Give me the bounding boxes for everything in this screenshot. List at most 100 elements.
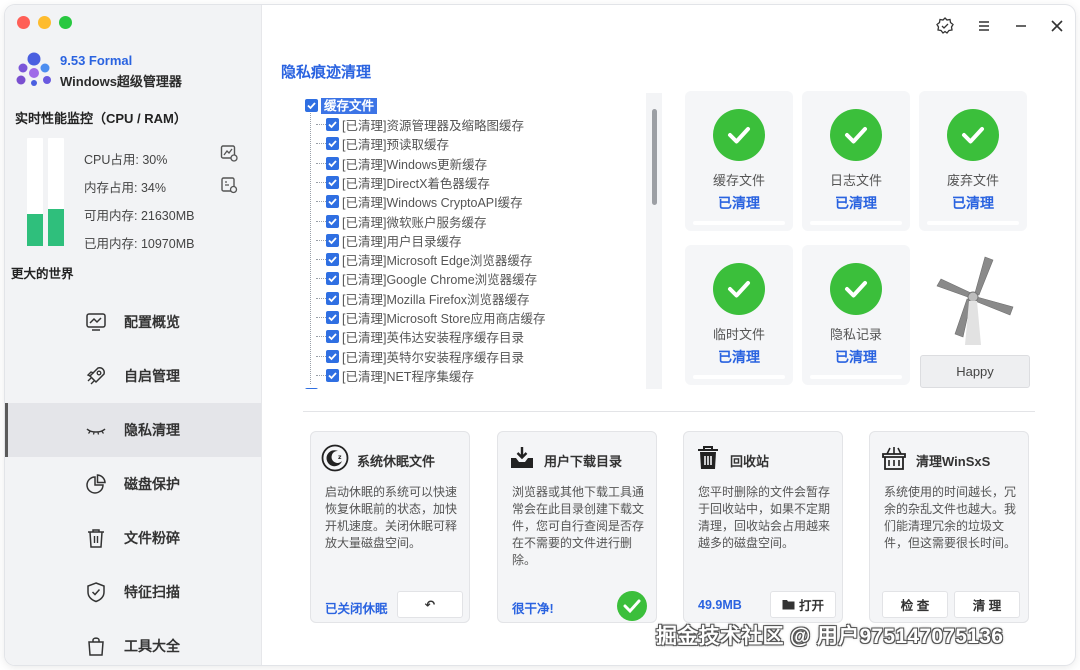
tagline: 更大的世界 bbox=[11, 267, 74, 281]
tree-item-label: [已清理]DirectX着色器缓存 bbox=[342, 176, 490, 191]
status-card-status: 已清理 bbox=[835, 349, 877, 365]
tool-desc: 系统使用的时间越长，冗余的杂乱文件也越大。我们能清理冗余的垃圾文件，但这需要很长… bbox=[884, 485, 1017, 550]
tree-item[interactable]: [已清理]预读取缓存 bbox=[316, 134, 449, 153]
cpu-usage-label: CPU占用: 30% bbox=[84, 153, 168, 167]
status-card: 隐私记录 已清理 bbox=[802, 245, 910, 385]
tree-item[interactable]: [已清理]资源管理器及缩略图缓存 bbox=[316, 115, 524, 134]
sidebar-item-disk[interactable]: 磁盘保护 bbox=[5, 457, 261, 511]
status-card-name: 临时文件 bbox=[712, 327, 765, 342]
app-name: Windows超级管理器 bbox=[60, 74, 182, 89]
sidebar-item-overview[interactable]: 配置概览 bbox=[5, 295, 261, 349]
tool-title: 系统休眠文件 bbox=[357, 454, 436, 469]
folder-icon bbox=[782, 600, 795, 610]
open-button[interactable]: 打开 bbox=[770, 591, 836, 618]
check-circle-icon bbox=[947, 109, 999, 161]
minimize-icon[interactable] bbox=[1010, 15, 1032, 37]
tree-scrollbar-thumb[interactable] bbox=[652, 109, 657, 205]
hibernate-status: 已关闭休眠 bbox=[325, 602, 388, 616]
clean-button[interactable]: 清 理 bbox=[954, 591, 1020, 618]
tree-item[interactable]: [已清理]Windows更新缓存 bbox=[316, 154, 487, 173]
tool-title: 用户下载目录 bbox=[544, 454, 623, 469]
checkbox[interactable] bbox=[326, 272, 339, 286]
used-mem-label: 已用内存: 10970MB bbox=[84, 237, 195, 251]
avail-mem-label: 可用内存: 21630MB bbox=[84, 209, 195, 223]
checkbox[interactable] bbox=[326, 311, 339, 324]
checkbox[interactable] bbox=[305, 388, 318, 389]
sidebar-item-label: 工具大全 bbox=[124, 638, 180, 654]
check-button[interactable]: 检 查 bbox=[882, 591, 948, 618]
winsxs-icon bbox=[882, 447, 906, 470]
checkbox[interactable] bbox=[326, 156, 339, 170]
checkbox[interactable] bbox=[326, 233, 339, 247]
sidebar: 9.53 Formal Windows超级管理器 实时性能监控（CPU / RA… bbox=[5, 5, 262, 665]
menu-icon[interactable] bbox=[973, 15, 995, 37]
tree-item[interactable]: [已清理]NET程序集缓存 bbox=[316, 366, 474, 385]
tree-item[interactable]: [已清理]微软账户服务缓存 bbox=[316, 212, 486, 231]
mem-settings-icon[interactable] bbox=[219, 175, 239, 195]
checkbox[interactable] bbox=[326, 368, 339, 382]
checkbox[interactable] bbox=[305, 99, 318, 112]
open-button-label: 打开 bbox=[798, 599, 824, 613]
section-title: 隐私痕迹清理 bbox=[281, 64, 372, 81]
tree-root-cache[interactable]: 缓存文件 bbox=[305, 96, 378, 115]
close-icon[interactable] bbox=[1046, 15, 1068, 37]
status-card-status: 已清理 bbox=[718, 349, 760, 365]
tree-item[interactable]: [已清理]Microsoft Edge浏览器缓存 bbox=[316, 250, 532, 269]
checkbox[interactable] bbox=[326, 137, 339, 151]
sidebar-item-label: 自启管理 bbox=[124, 368, 180, 384]
zoom-dot[interactable] bbox=[59, 16, 72, 29]
status-card-status: 已清理 bbox=[952, 195, 994, 211]
checkbox[interactable] bbox=[326, 195, 339, 209]
tool-desc: 浏览器或其他下载工具通常会在此目录创建下载文件，您可自行查阅是否存在不需要的文件… bbox=[512, 485, 645, 567]
status-card: 废弃文件 已清理 bbox=[919, 91, 1027, 231]
checkbox[interactable] bbox=[326, 118, 339, 131]
close-dot[interactable] bbox=[17, 16, 30, 29]
cache-tree: 缓存文件 [已清理]资源管理器及缩略图缓存 [已清理]预读取缓存 [已清理]Windo… bbox=[298, 91, 662, 389]
tree-item-label: [已清理]NET程序集缓存 bbox=[342, 369, 474, 384]
tree-item-label: [已清理]英特尔安装程序缓存目录 bbox=[342, 350, 524, 365]
sidebar-item-scan[interactable]: 特征扫描 bbox=[5, 565, 261, 619]
checkbox[interactable] bbox=[326, 349, 339, 363]
tree-item-label: [已清理]资源管理器及缩略图缓存 bbox=[342, 119, 524, 133]
tree-item[interactable]: [已清理]用户目录缓存 bbox=[316, 231, 461, 250]
tool-card-winsxs: 清理WinSxS 系统使用的时间越长，冗余的杂乱文件也越大。我们能清理冗余的垃圾… bbox=[869, 431, 1029, 623]
shield-icon bbox=[87, 582, 105, 603]
undo-button[interactable]: ↶ bbox=[397, 591, 463, 618]
tree-root-label: 缓存文件 bbox=[321, 97, 378, 114]
tree-item[interactable]: [已清理]Windows CryptoAPI缓存 bbox=[316, 192, 523, 211]
check-circle-icon bbox=[830, 263, 882, 315]
verified-badge-icon[interactable] bbox=[934, 15, 956, 37]
windmill-icon bbox=[936, 256, 1014, 345]
recycle-bin-size: 49.9MB bbox=[698, 598, 742, 612]
tree-item[interactable]: [已清理]英伟达安装程序缓存目录 bbox=[316, 327, 524, 346]
app-version: 9.53 Formal bbox=[60, 53, 133, 68]
tree-root-label: 日志文件 bbox=[321, 385, 371, 389]
checkbox[interactable] bbox=[326, 175, 339, 189]
tree-item[interactable]: [已清理]英特尔安装程序缓存目录 bbox=[316, 347, 524, 366]
sidebar-item-tools[interactable]: 工具大全 bbox=[5, 619, 261, 665]
tree-root-logs[interactable]: 日志文件 bbox=[305, 385, 371, 389]
checkbox[interactable] bbox=[326, 253, 339, 267]
minimize-dot[interactable] bbox=[38, 16, 51, 29]
cpu-settings-icon[interactable] bbox=[219, 143, 239, 163]
tool-card-recycle-bin: 回收站 您平时删除的文件会暂存于回收站中，如果不定期清理，回收站会占用越来越多的… bbox=[683, 431, 843, 623]
tree-item[interactable]: [已清理]Google Chrome浏览器缓存 bbox=[316, 269, 537, 288]
downloads-status: 很干净! bbox=[512, 602, 554, 616]
app-window: 9.53 Formal Windows超级管理器 实时性能监控（CPU / RA… bbox=[5, 5, 1075, 665]
sidebar-item-privacy[interactable]: 隐私清理 bbox=[5, 403, 261, 457]
happy-button[interactable]: Happy bbox=[920, 355, 1030, 388]
sidebar-item-label: 磁盘保护 bbox=[124, 476, 180, 492]
tree-item[interactable]: [已清理]Microsoft Store应用商店缓存 bbox=[316, 308, 546, 327]
checkbox[interactable] bbox=[326, 214, 339, 228]
sidebar-item-shredder[interactable]: 文件粉碎 bbox=[5, 511, 261, 565]
tree-item[interactable]: [已清理]DirectX着色器缓存 bbox=[316, 173, 490, 192]
checkbox[interactable] bbox=[326, 291, 339, 305]
checkbox[interactable] bbox=[326, 330, 339, 344]
check-circle-icon bbox=[713, 263, 765, 315]
sidebar-item-startup[interactable]: 自启管理 bbox=[5, 349, 261, 403]
tree-item-label: [已清理]Microsoft Store应用商店缓存 bbox=[342, 312, 546, 326]
divider bbox=[303, 411, 1035, 412]
tree-item-label: [已清理]英伟达安装程序缓存目录 bbox=[342, 331, 524, 346]
tree-item[interactable]: [已清理]Mozilla Firefox浏览器缓存 bbox=[316, 289, 530, 308]
check-circle-icon bbox=[830, 109, 882, 161]
